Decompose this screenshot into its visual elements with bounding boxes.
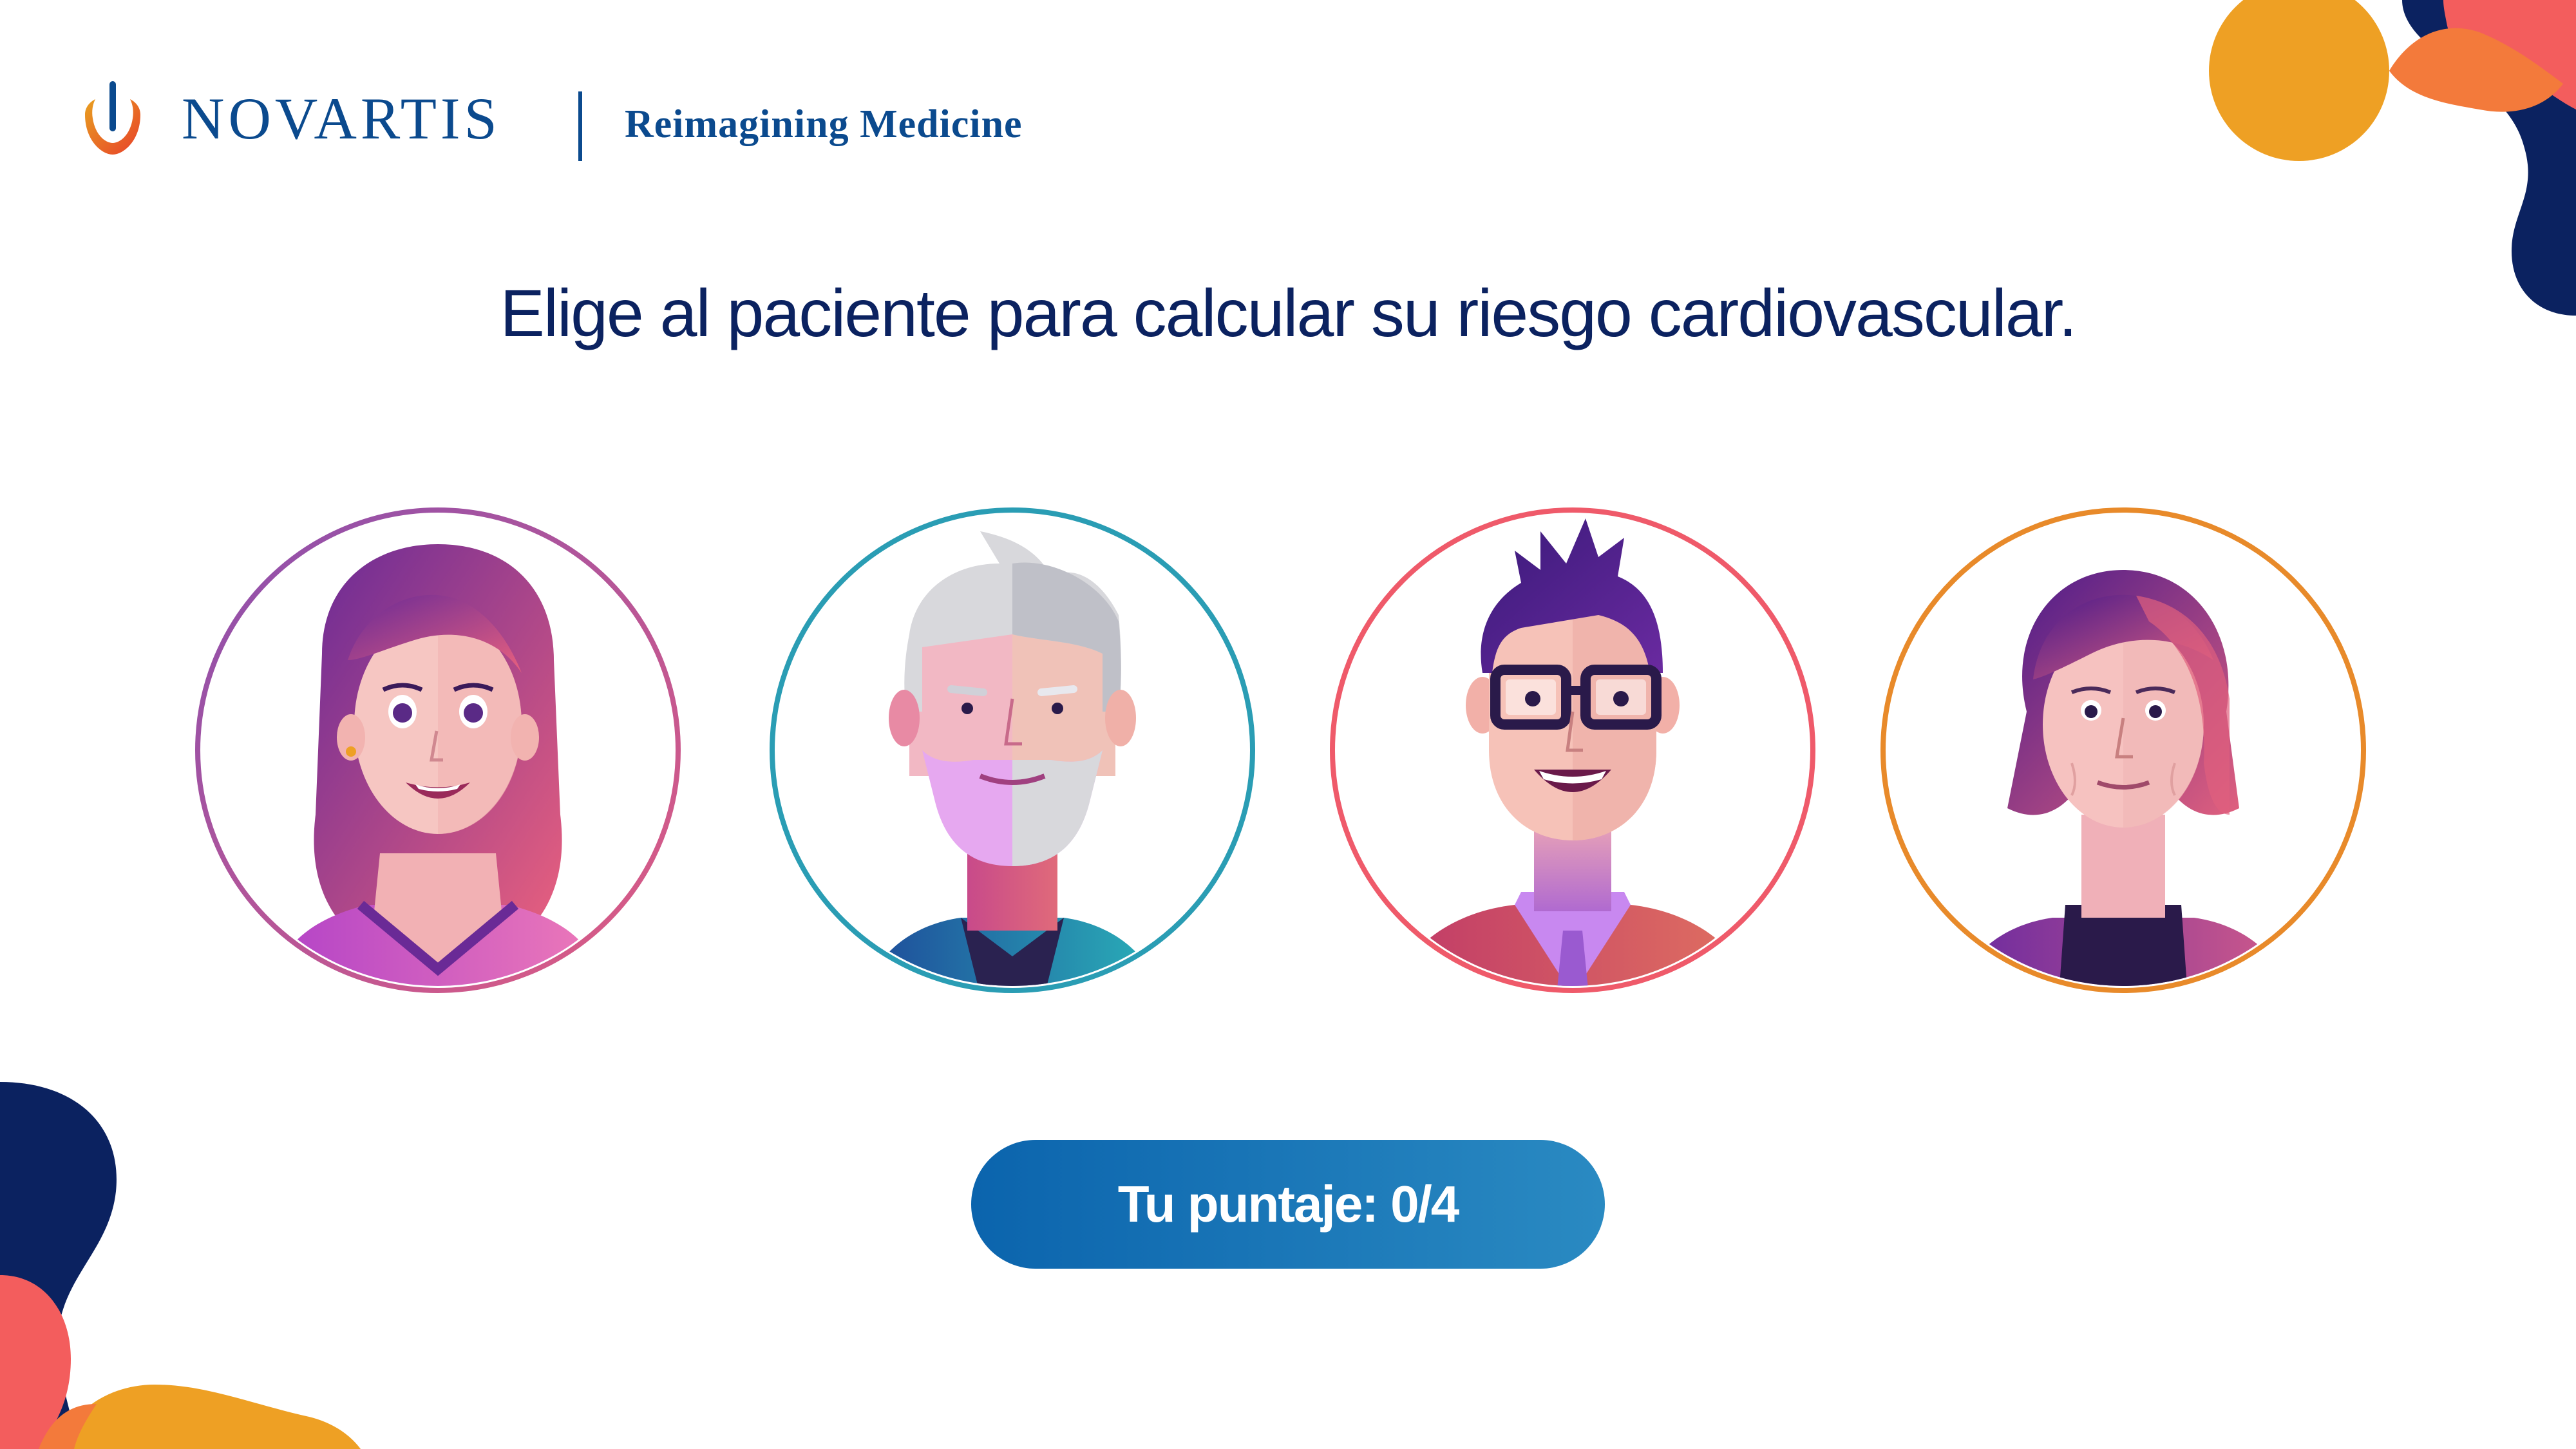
patient-card-1[interactable] — [193, 506, 683, 995]
brand-divider — [578, 91, 582, 161]
older-woman-avatar — [1880, 507, 2366, 993]
novartis-logo-icon — [85, 81, 140, 155]
young-woman-avatar — [195, 507, 681, 993]
decorative-blob-top-right — [2209, 0, 2576, 316]
brand-tagline: Reimagining Medicine — [625, 102, 1023, 146]
brand-name: NOVARTIS — [182, 86, 501, 151]
older-bearded-man-avatar — [770, 507, 1255, 993]
score-button[interactable]: Tu puntaje: 0/4 — [971, 1140, 1605, 1269]
patient-card-2[interactable] — [768, 506, 1257, 995]
decorative-blob-bottom-left — [0, 1082, 361, 1449]
young-man-glasses-avatar — [1330, 507, 1815, 993]
patient-card-4[interactable] — [1879, 506, 2368, 995]
page-title: Elige al paciente para calcular su riesg… — [500, 276, 2078, 351]
quiz-screen: NOVARTIS Reimagining Medicine Elige al p… — [0, 0, 2576, 1449]
patient-card-3[interactable] — [1328, 506, 1817, 995]
